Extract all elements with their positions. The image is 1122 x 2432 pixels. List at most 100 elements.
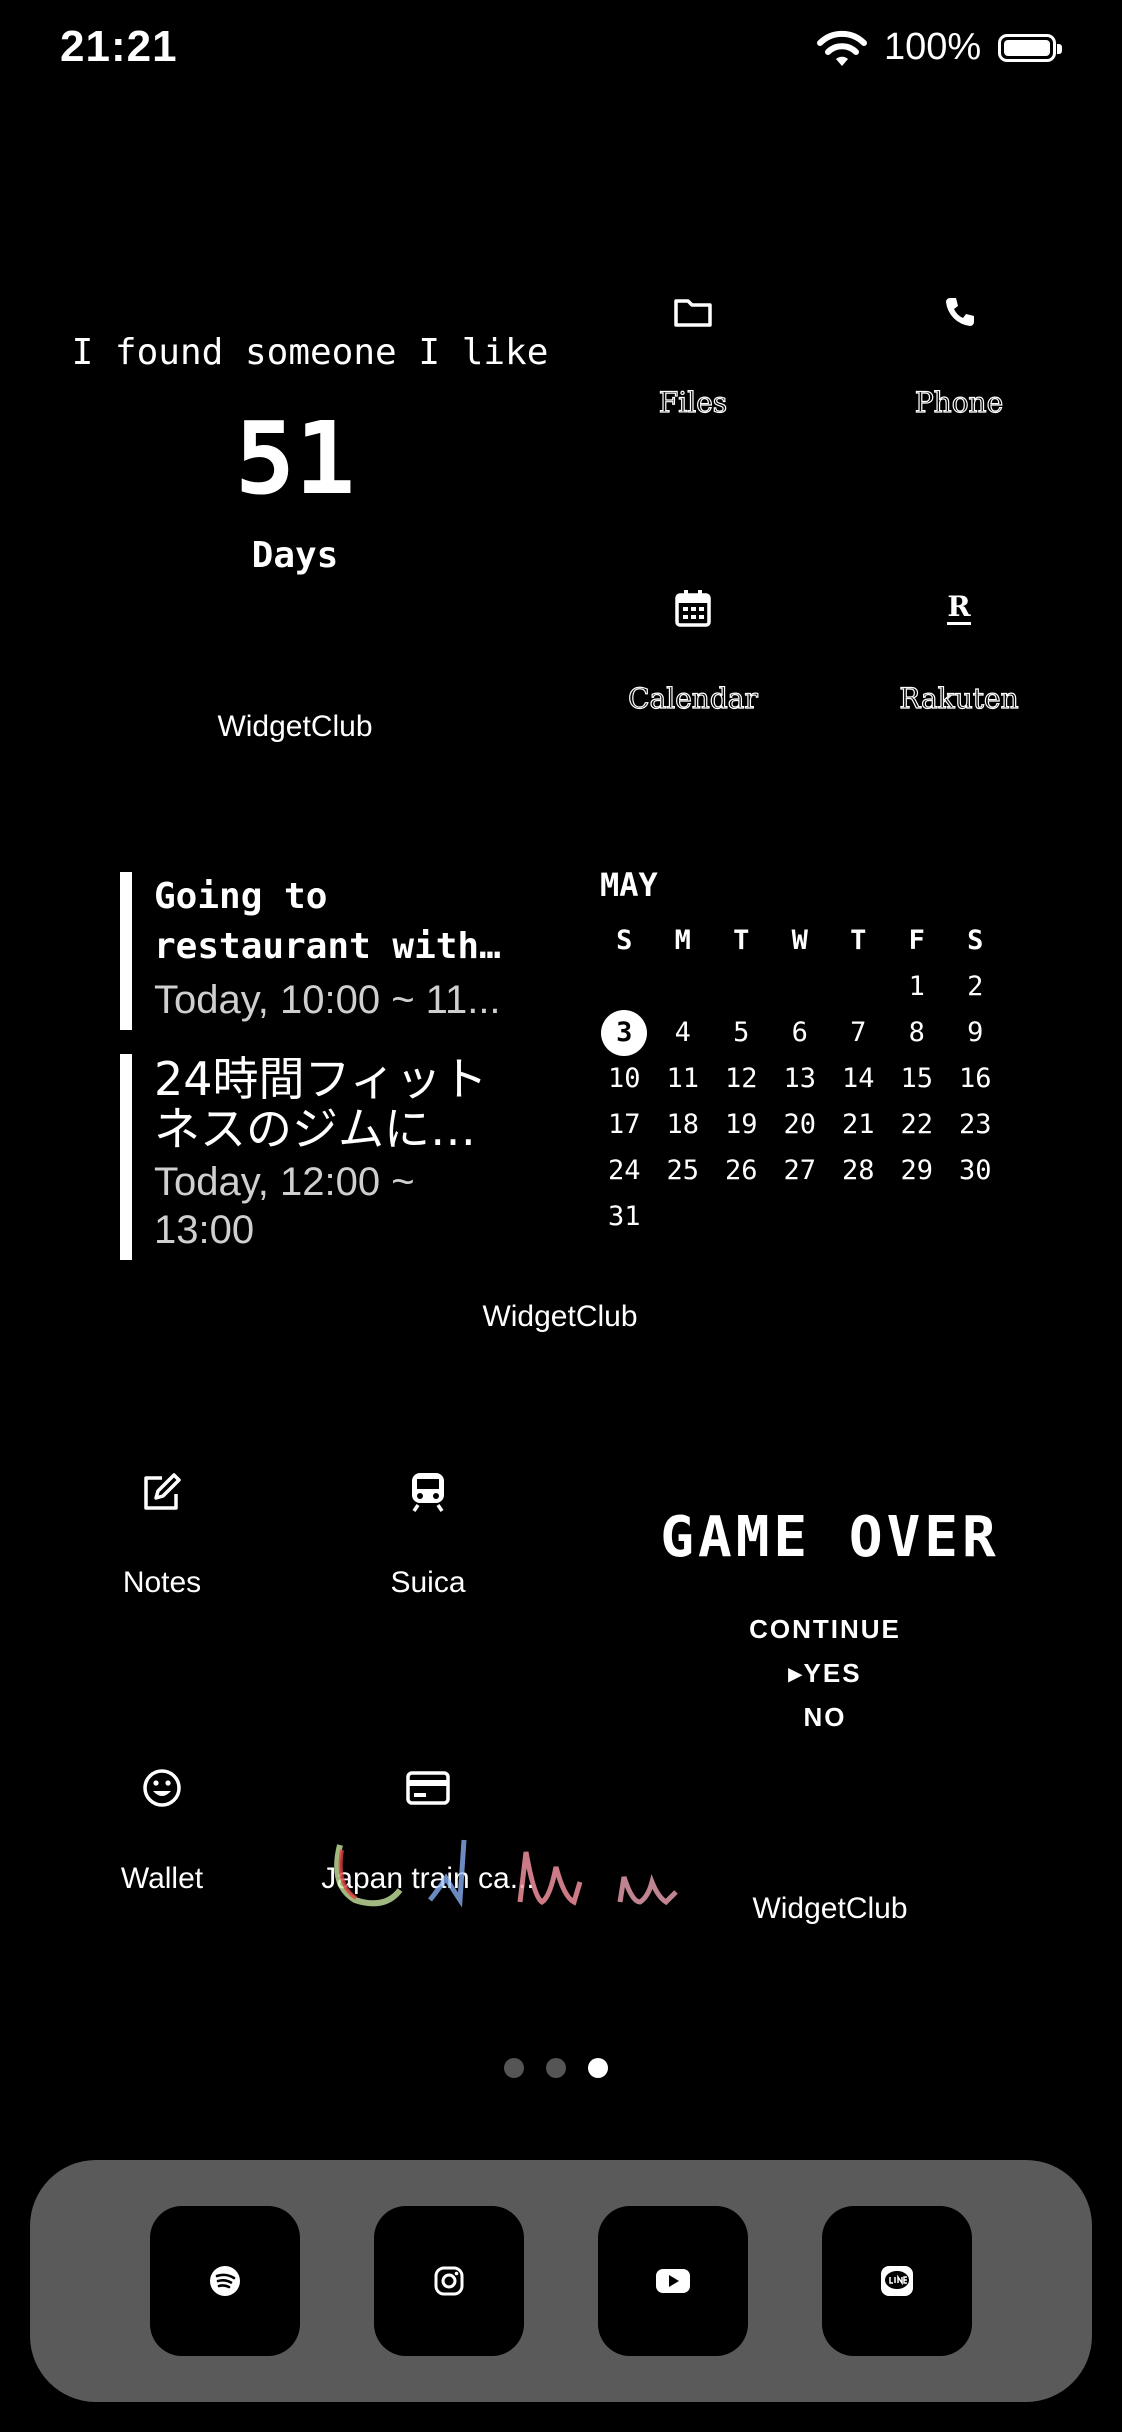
calendar-day: 20 [783,1109,816,1140]
event-item[interactable]: 24時間フィットネスのジムに… Today, 12:00 ~ 13:00 [120,1054,540,1260]
app-suica[interactable]: Suica [343,1462,513,1600]
page-dot[interactable] [546,2058,566,2078]
calendar-day: 26 [724,1155,758,1186]
counter-unit: Days [251,535,339,576]
calendar-day-empty [654,1194,713,1240]
app-phone[interactable]: Phone [874,282,1044,420]
spotify-icon [210,2266,240,2296]
option-yes: ▸YES [788,1658,862,1688]
calendar-day: 14 [841,1063,875,1094]
calendar-day: 19 [724,1109,758,1140]
dock-app-spotify[interactable] [150,2206,300,2356]
dock [30,2160,1092,2402]
calendar-day-empty [771,964,830,1010]
weekday-header: W [791,925,808,956]
widget-label: WidgetClub [482,1300,638,1333]
app-files[interactable]: Files [608,282,778,420]
calendar-day: 25 [666,1155,699,1186]
counter-caption: I found someone I like [71,332,549,373]
calendar-day: 17 [607,1109,641,1140]
app-label: Notes [122,1566,202,1599]
dock-app-youtube[interactable] [598,2206,748,2356]
page-indicator[interactable] [504,2058,608,2083]
calendar-day: 23 [958,1109,992,1140]
weekday-header: S [616,925,633,956]
game-over-title: GAME OVER [660,1505,1000,1570]
calendar-day: 29 [900,1155,933,1186]
youtube-icon [656,2269,690,2293]
phone-icon [946,298,974,326]
counter-number: 51 [234,400,356,517]
event-title: Going to restaurant with… [154,876,501,967]
calendar-day: 2 [967,971,984,1002]
widget-label: WidgetClub [217,710,373,743]
wifi-icon [817,30,867,66]
calendar-day-empty [654,964,713,1010]
calendar-day-today: 3 [595,1010,654,1056]
app-label: Rakuten [899,681,1019,715]
calendar-icon [675,590,711,627]
calendar-day-empty [829,964,888,1010]
app-label: Phone [914,385,1004,419]
rakuten-icon: R [947,589,971,625]
calendar-day-empty [595,964,654,1010]
app-notes[interactable]: Notes [77,1462,247,1600]
app-calendar[interactable]: Calendar [608,578,778,716]
calendar-day: 7 [850,1017,867,1048]
calendar-month: MAY [600,866,658,904]
weekday-header: T [850,925,867,956]
event-time-end: 13:00 [154,1208,255,1252]
battery-icon [998,34,1062,62]
battery-percent: 100% [884,26,982,68]
calendar-day: 31 [607,1201,641,1232]
page-dot[interactable] [504,2058,524,2078]
option-no: NO [803,1702,847,1732]
event-time: Today, 12:00 ~ [154,1160,415,1204]
weekday-header: S [967,925,984,956]
dock-app-line[interactable] [822,2206,972,2356]
calendar-day-empty [712,1194,771,1240]
app-label: Files [658,385,728,419]
calendar-day-empty [829,1194,888,1240]
calendar-day: 12 [724,1063,758,1094]
calendar-day: 30 [958,1155,992,1186]
smiley-icon [143,1769,181,1807]
dock-app-instagram[interactable] [374,2206,524,2356]
continue-prompt: CONTINUE [749,1614,901,1644]
weekday-header: T [733,925,750,956]
status-time: 21:21 [60,22,178,71]
calendar-day: 18 [666,1109,699,1140]
calendar-day-empty [888,1194,947,1240]
calendar-day-empty [771,1194,830,1240]
calendar-day: 8 [908,1017,925,1048]
calendar-day: 27 [783,1155,816,1186]
calendar-day: 5 [733,1017,750,1048]
app-label: Calendar [628,681,759,715]
weekday-header: M [674,925,691,956]
calendar-day: 16 [958,1063,992,1094]
calendar-day: 4 [674,1017,691,1048]
calendar-day: 22 [900,1109,933,1140]
line-icon [881,2266,913,2296]
app-wallet[interactable]: Wallet [77,1758,247,1896]
calendar-day-empty [712,964,771,1010]
event-title: 24時間フィットネスのジムに… [154,1052,488,1156]
calendar-day: 6 [791,1017,808,1048]
train-icon [412,1473,444,1512]
calendar-grid: S M T W T F S 1 2 3 4 5 6 7 8 9 10 11 12 13 14 15 16 17 18 19 20 21… [595,918,1005,1240]
calendar-day: 15 [900,1063,933,1094]
event-item[interactable]: Going to restaurant with… Today, 10:00 ~… [120,872,540,1030]
calendar-day: 10 [607,1063,641,1094]
calendar-day: 24 [607,1155,641,1186]
calendar-day: 9 [967,1017,984,1048]
credit-card-icon [406,1771,450,1805]
page-dot-active[interactable] [588,2058,608,2078]
widget-label: WidgetClub [752,1892,908,1925]
pencil-square-icon [144,1473,181,1510]
app-rakuten[interactable]: R Rakuten [874,578,1044,716]
calendar-day: 11 [666,1063,699,1094]
calendar-day: 28 [841,1155,875,1186]
weekday-header: F [908,925,925,956]
calendar-day-empty [946,1194,1005,1240]
folder-icon [674,299,712,327]
